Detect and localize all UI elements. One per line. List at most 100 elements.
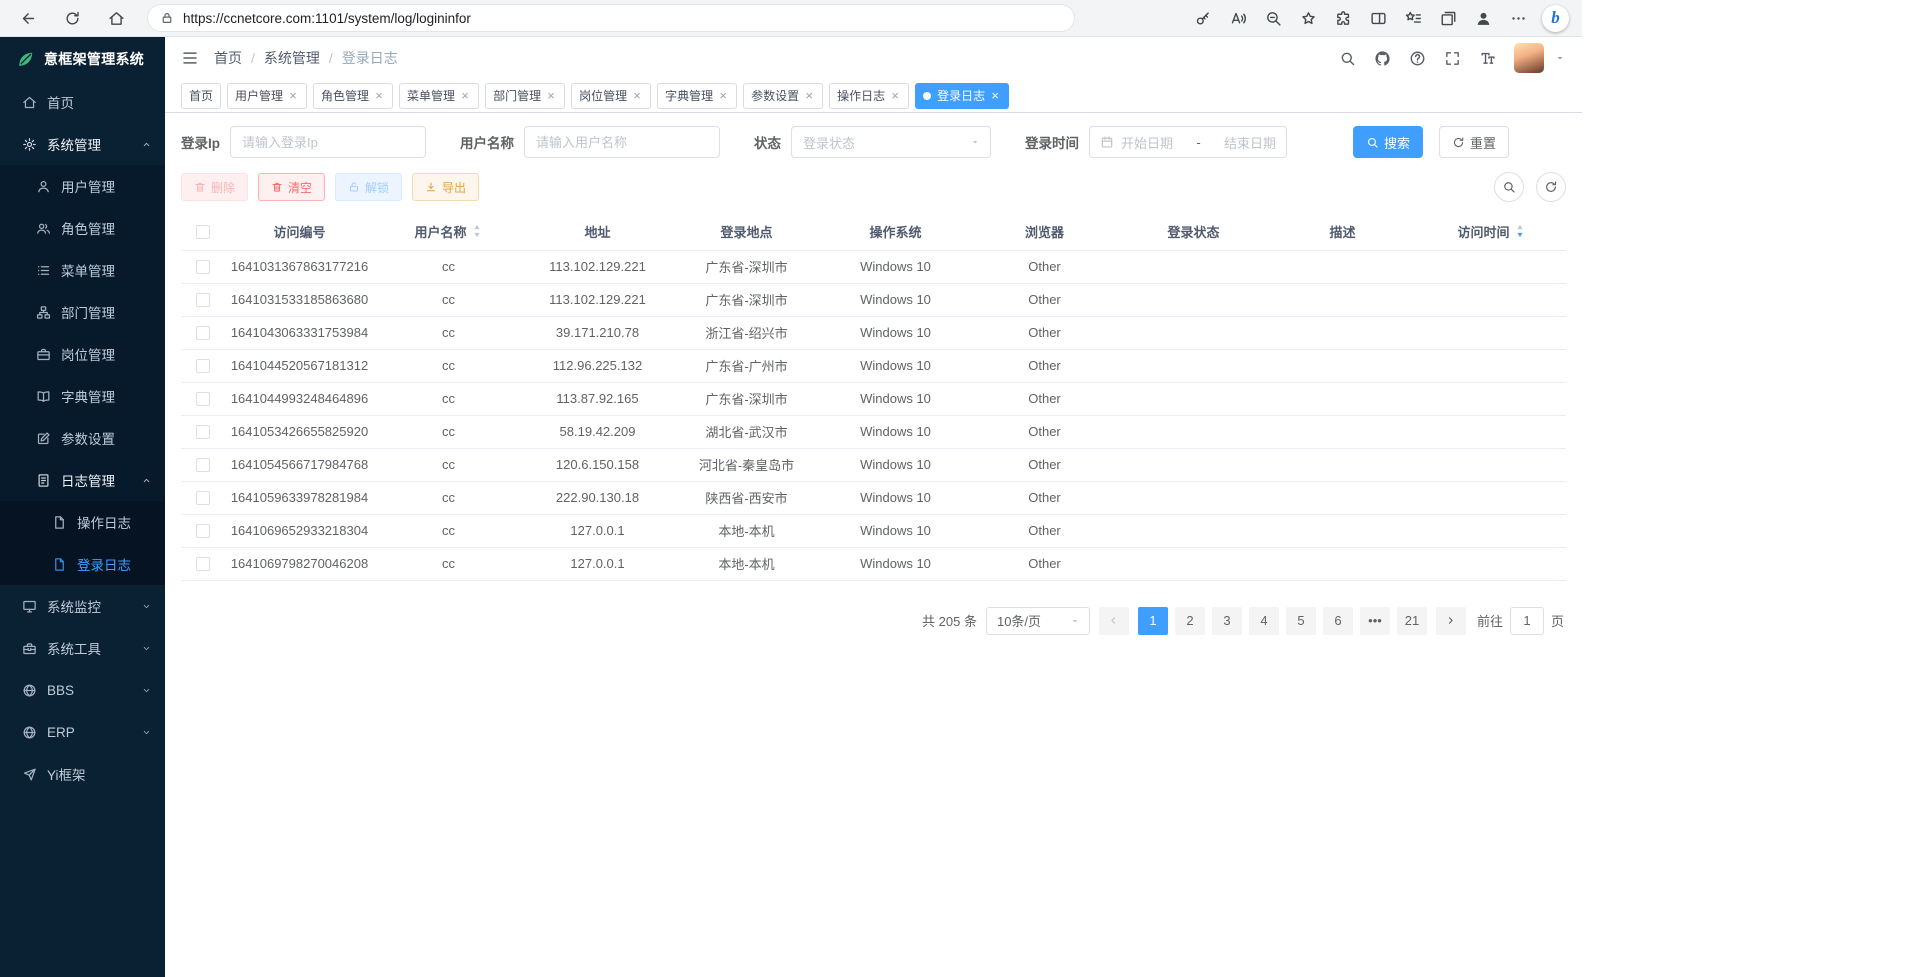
sidebar-item-erp[interactable]: ERP [0,711,165,753]
sidebar-item-post-management[interactable]: 岗位管理 [0,333,165,375]
fullscreen-icon[interactable] [1444,50,1461,67]
row-checkbox[interactable] [196,260,210,274]
close-icon[interactable]: × [803,89,815,103]
next-page-button[interactable] [1436,607,1466,635]
row-checkbox[interactable] [196,293,210,307]
github-icon[interactable] [1374,50,1391,67]
sidebar-item-param-settings[interactable]: 参数设置 [0,417,165,459]
read-aloud-icon[interactable] [1227,7,1249,29]
toggle-search-button[interactable] [1494,172,1524,202]
delete-button[interactable]: 删除 [181,173,248,201]
row-checkbox[interactable] [196,557,210,571]
copilot-bing-icon[interactable]: b [1542,5,1569,32]
row-checkbox[interactable] [196,359,210,373]
breadcrumb-home[interactable]: 首页 [214,48,242,68]
row-checkbox[interactable] [196,326,210,340]
favorites-bar-icon[interactable] [1402,7,1424,29]
user-avatar[interactable] [1514,43,1544,73]
tab-user-management[interactable]: 用户管理× [227,83,307,109]
close-icon[interactable]: × [889,89,901,103]
pager-more[interactable]: ••• [1360,607,1390,635]
username-input[interactable] [524,126,720,158]
search-button[interactable]: 搜索 [1353,126,1423,158]
sidebar-item-dept-management[interactable]: 部门管理 [0,291,165,333]
browser-back-button[interactable] [13,3,43,33]
sidebar-item-role-management[interactable]: 角色管理 [0,207,165,249]
help-icon[interactable] [1409,50,1426,67]
tab-home[interactable]: 首页 [181,83,221,109]
clear-button[interactable]: 清空 [258,173,325,201]
sidebar-item-bbs[interactable]: BBS [0,669,165,711]
extensions-icon[interactable] [1332,7,1354,29]
prev-page-button[interactable] [1099,607,1129,635]
tab-post-management[interactable]: 岗位管理× [571,83,651,109]
row-checkbox[interactable] [196,524,210,538]
row-checkbox[interactable] [196,491,210,505]
column-header[interactable]: 访问时间 [1417,213,1566,250]
browser-address-bar[interactable]: https://ccnetcore.com:1101/system/log/lo… [147,4,1075,32]
tab-dept-management[interactable]: 部门管理× [485,83,565,109]
settings-menu-icon[interactable] [1507,7,1529,29]
browser-refresh-button[interactable] [57,3,87,33]
row-checkbox[interactable] [196,425,210,439]
tab-dict-management[interactable]: 字典管理× [657,83,737,109]
tab-menu-management[interactable]: 菜单管理× [399,83,479,109]
close-icon[interactable]: × [631,89,643,103]
sidebar-item-system-tools[interactable]: 系统工具 [0,627,165,669]
sidebar-item-login-log[interactable]: 登录日志 [0,543,165,585]
zoom-icon[interactable] [1262,7,1284,29]
pager-page-1[interactable]: 1 [1138,607,1168,635]
close-icon[interactable]: × [717,89,729,103]
sidebar-item-system-management[interactable]: 系统管理 [0,123,165,165]
favorite-star-icon[interactable] [1297,7,1319,29]
pager-page-21[interactable]: 21 [1397,607,1427,635]
close-icon[interactable]: × [287,89,299,103]
goto-page-input[interactable] [1510,607,1544,635]
user-menu-caret-icon[interactable] [1554,52,1566,64]
profile-avatar-icon[interactable] [1472,7,1494,29]
sort-icons[interactable] [471,224,483,238]
sidebar-toggle-icon[interactable] [181,49,199,67]
search-icon[interactable] [1339,50,1356,67]
sidebar-item-yi-framework[interactable]: Yi框架 [0,753,165,795]
row-checkbox[interactable] [196,458,210,472]
row-checkbox[interactable] [196,392,210,406]
select-all-checkbox[interactable] [196,225,210,239]
login-ip-input[interactable] [230,126,426,158]
pager-page-5[interactable]: 5 [1286,607,1316,635]
close-icon[interactable]: × [459,89,471,103]
pager-page-4[interactable]: 4 [1249,607,1279,635]
pager-page-3[interactable]: 3 [1212,607,1242,635]
column-header[interactable]: 用户名称 [374,213,523,250]
page-size-select[interactable]: 10条/页 [986,607,1090,635]
split-screen-icon[interactable] [1367,7,1389,29]
tab-login-log[interactable]: 登录日志× [915,83,1009,109]
status-select[interactable]: 登录状态 [791,126,991,158]
export-button[interactable]: 导出 [412,173,479,201]
collections-icon[interactable] [1437,7,1459,29]
password-key-icon[interactable] [1192,7,1214,29]
browser-home-button[interactable] [101,3,131,33]
sidebar-item-home[interactable]: 首页 [0,81,165,123]
pager-page-2[interactable]: 2 [1175,607,1205,635]
close-icon[interactable]: × [545,89,557,103]
tab-role-management[interactable]: 角色管理× [313,83,393,109]
sidebar-item-operation-log[interactable]: 操作日志 [0,501,165,543]
sort-icons[interactable] [1514,224,1526,238]
site-info-lock-icon[interactable] [160,11,174,25]
tab-operation-log[interactable]: 操作日志× [829,83,909,109]
close-icon[interactable]: × [989,89,1001,103]
date-range-picker[interactable]: 开始日期 - 结束日期 [1089,126,1287,158]
font-size-icon[interactable] [1479,50,1496,67]
sidebar-item-menu-management[interactable]: 菜单管理 [0,249,165,291]
sidebar-item-system-monitor[interactable]: 系统监控 [0,585,165,627]
pager-page-6[interactable]: 6 [1323,607,1353,635]
refresh-table-button[interactable] [1536,172,1566,202]
reset-button[interactable]: 重置 [1439,126,1509,158]
unlock-button[interactable]: 解锁 [335,173,402,201]
sidebar-item-dict-management[interactable]: 字典管理 [0,375,165,417]
sidebar-item-log-management[interactable]: 日志管理 [0,459,165,501]
tab-param-settings[interactable]: 参数设置× [743,83,823,109]
close-icon[interactable]: × [373,89,385,103]
sidebar-item-user-management[interactable]: 用户管理 [0,165,165,207]
